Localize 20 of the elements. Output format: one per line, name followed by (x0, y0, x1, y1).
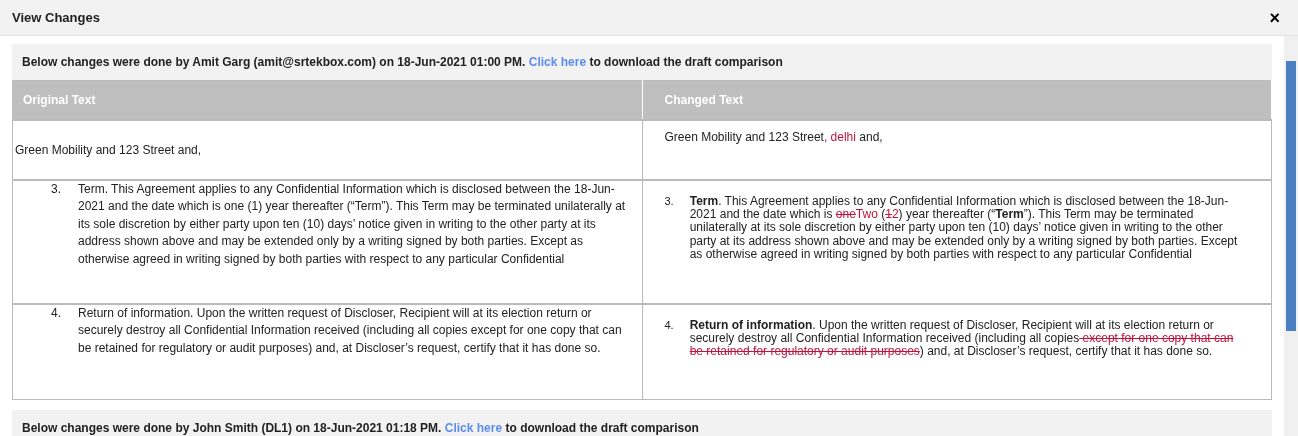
scrollbar[interactable] (1284, 36, 1298, 436)
dialog-title: View Changes (12, 8, 100, 27)
download-link[interactable]: Click here (528, 55, 587, 69)
original-text: Return of information. Upon the written request of Discloser, Recipient will at its election return or securely destroy all Confidential Information received (including all copies except for one copy that can be retained for regulatory or audit purposes) and, at Discloser’s request, certify that it has done so. (78, 305, 623, 357)
clause-number: 4. (664, 319, 674, 333)
download-link[interactable]: Click here (444, 420, 503, 435)
original-text: Green Mobility and 123 Street and, (15, 142, 202, 159)
clause-number: 3. (51, 181, 62, 198)
change-summary: Below changes were done by John Smith (DL1) on 18-Jun-2021 01:18 PM. Click here to download the draft comparison (12, 409, 1272, 436)
close-button[interactable]: × (1263, 8, 1286, 27)
changed-text: Green Mobility and 123 Street, delhi and, (664, 131, 883, 145)
column-header: Original Text (12, 80, 642, 120)
scrollbar-thumb[interactable] (1286, 61, 1296, 331)
changed-text: Term. This Agreement applies to any Confidential Information which is disclosed between the 18-Jun-2021 and the date which is oneTwo (12) year thereafter (“Term”). This Term may be terminated unilaterally at its sole discretion by either party upon ten (10) days’ notice given in writing to the other party at its address shown above and may be extended only by a writing signed by both parties. Except as otherwise agreed in writing signed by both parties with respect to any particular Confidential (689, 195, 1239, 261)
clause-number: 4. (51, 305, 62, 322)
column-header: Changed Text (642, 80, 1272, 120)
clause-number: 3. (664, 195, 674, 209)
original-text: Term. This Agreement applies to any Confidential Information which is disclosed between the 18-Jun-2021 and the date which is one (1) year thereafter (“Term”). This Term may be terminated unilaterally at its sole discretion by either party upon ten (10) days’ notice given in writing to the other party at its address shown above and may be extended only by a writing signed by both parties. Except as otherwise agreed in writing signed by both parties with respect to any particular Confidential (78, 181, 627, 268)
changed-text: Return of information. Upon the written request of Discloser, Recipient will at its election return or securely destroy all Confidential Information received (including all copies except for one copy that can be retained for regulatory or audit purposes) and, at Discloser’s request, certify that it has done so. (689, 319, 1235, 359)
change-summary: Below changes were done by Amit Garg (amit@srtekbox.com) on 18-Jun-2021 01:00 PM. Click here to download the draft comparison (12, 44, 1272, 80)
